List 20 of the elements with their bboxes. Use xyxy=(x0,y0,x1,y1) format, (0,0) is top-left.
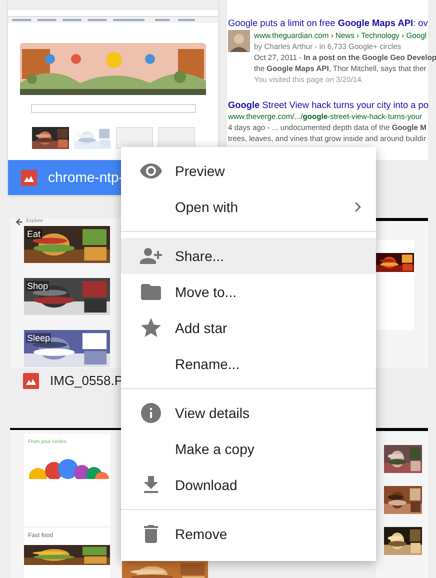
menu-item[interactable]: Preview xyxy=(121,153,376,189)
menu-item[interactable]: Make a copy xyxy=(121,431,376,467)
category-label: Sleep xyxy=(26,333,52,343)
menu-item[interactable]: Download xyxy=(121,467,376,503)
explore-card[interactable]: Sleep xyxy=(24,330,110,367)
menu-item[interactable]: Move to... xyxy=(121,274,376,310)
explore-card[interactable]: Eat xyxy=(24,226,110,263)
category-label: Shop xyxy=(26,281,50,291)
menu-item[interactable]: Rename... xyxy=(121,346,376,382)
result-title[interactable]: Google Street View hack turns your city into a po xyxy=(228,99,429,111)
menu-item[interactable]: Add star xyxy=(121,310,376,346)
file-name: IMG_0558.P xyxy=(50,372,123,390)
menu-item[interactable]: Open with xyxy=(121,189,376,225)
file-name: chrome-ntp- xyxy=(48,168,124,187)
category-label: Eat xyxy=(26,229,42,239)
menu-item[interactable]: View details xyxy=(121,395,376,431)
menu-item[interactable]: Remove xyxy=(121,516,376,552)
menu-item[interactable]: Share... xyxy=(121,238,376,274)
result-title[interactable]: Google puts a limit on free Google Maps API: ov xyxy=(228,17,428,29)
explore-card[interactable]: Shop xyxy=(24,278,110,315)
